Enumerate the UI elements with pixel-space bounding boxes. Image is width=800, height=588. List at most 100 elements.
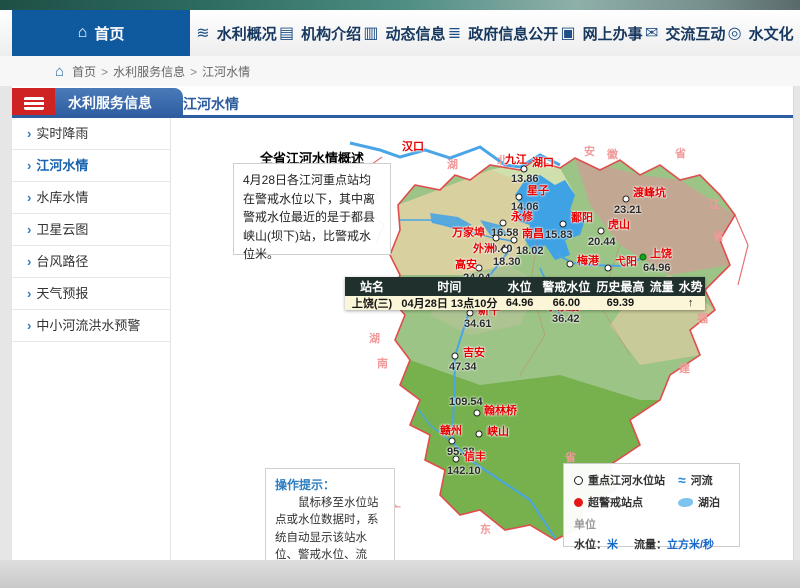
table-col-站名: 站名	[359, 280, 384, 294]
alert-station-icon	[574, 497, 583, 507]
station-label-星子[interactable]: 星子	[527, 186, 549, 197]
breadcrumb-link-水利服务信息[interactable]: 水利服务信息	[113, 65, 185, 79]
nav-item-水利概况[interactable]: ≋ 水利概况	[196, 23, 276, 44]
station-value-信丰[interactable]: 142.10	[447, 466, 481, 477]
chevron-right-icon: ›	[27, 222, 32, 237]
sidebar-item-中小河流洪水预警[interactable]: › 中小河流洪水预警	[12, 310, 170, 342]
breadcrumb-link-江河水情[interactable]: 江河水情	[202, 65, 250, 79]
legend-item-重点江河水位站: 重点江河水位站	[574, 472, 678, 488]
sidebar-title: 水利服务信息	[55, 88, 183, 118]
station-marker-万家埠[interactable]	[492, 234, 500, 242]
station-label-虎山[interactable]: 虎山	[608, 220, 630, 231]
station-value-吉安[interactable]: 47.34	[449, 362, 477, 373]
station-label-吉安[interactable]: 吉安	[463, 348, 485, 359]
chevron-right-icon: ›	[27, 318, 32, 333]
station-value-虎山[interactable]: 20.44	[588, 237, 616, 248]
table-col-水位: 水位	[507, 280, 532, 294]
table-cell: 上饶(三)	[351, 298, 393, 310]
interaction-icon: ✉	[644, 25, 659, 42]
nav-item-机构介绍[interactable]: ▤ 机构介绍	[279, 23, 361, 44]
station-value-翰林桥[interactable]: 109.54	[449, 397, 483, 408]
station-value-湖口[interactable]: 13.86	[511, 174, 539, 185]
station-marker-湖口[interactable]	[520, 165, 528, 173]
sidebar-item-label: 实时降雨	[36, 126, 89, 141]
table-col-流量: 流量	[649, 280, 674, 294]
breadcrumb-separator: >	[101, 64, 109, 79]
sidebar-item-卫星云图[interactable]: › 卫星云图	[12, 214, 170, 246]
station-label-梅港[interactable]: 梅港	[577, 256, 599, 267]
station-label-南昌[interactable]: 南昌	[522, 229, 544, 240]
sidebar-item-水库水情[interactable]: › 水库水情	[12, 182, 170, 214]
nav-item-交流互动[interactable]: ✉ 交流互动	[645, 23, 725, 44]
station-label-上饶[interactable]: 上饶	[650, 249, 672, 260]
table-col-水势: 水势	[678, 280, 703, 294]
station-label-万家埠[interactable]: 万家埠	[452, 228, 485, 239]
station-label-湖口[interactable]: 湖口	[532, 158, 554, 169]
station-label-渡峰坑[interactable]: 渡峰坑	[633, 188, 666, 199]
sidebar-item-江河水情[interactable]: › 江河水情	[12, 150, 170, 182]
nav-item-动态信息[interactable]: ▥ 动态信息	[363, 23, 445, 44]
station-marker-赣州[interactable]	[448, 437, 456, 445]
station-marker-星子[interactable]	[515, 193, 523, 201]
legend-label: 重点江河水位站	[588, 475, 665, 487]
nav-item-水文化[interactable]: ◎ 水文化	[728, 23, 794, 44]
sidebar-item-实时降雨[interactable]: › 实时降雨	[12, 118, 170, 150]
station-label-外洲[interactable]: 外洲	[473, 244, 495, 255]
station-label-九江[interactable]: 九江	[505, 155, 527, 166]
station-marker-外洲[interactable]	[501, 246, 509, 254]
legend-item-超警戒站点: 超警戒站点	[574, 494, 678, 510]
tab-rivers[interactable]: 江河水情	[183, 94, 239, 114]
station-label-弋阳[interactable]: 弋阳	[615, 257, 637, 268]
station-marker-弋阳[interactable]	[604, 264, 612, 272]
lake-icon	[678, 497, 693, 507]
neighbor-province-label: 省	[713, 231, 724, 243]
station-label-鄱阳[interactable]: 鄱阳	[571, 213, 593, 224]
chevron-right-icon: ›	[27, 254, 32, 269]
station-label-汉口[interactable]: 汉口	[402, 142, 424, 153]
nav-item-网上办事[interactable]: ▣ 网上办事	[561, 23, 643, 44]
sidebar-item-天气预报[interactable]: › 天气预报	[12, 278, 170, 310]
station-marker-渡峰坑[interactable]	[622, 195, 630, 203]
station-label-赣州[interactable]: 赣州	[440, 426, 462, 437]
neighbor-province-label: 福	[697, 313, 708, 325]
station-marker-峡山[interactable]	[475, 430, 483, 438]
station-label-永修[interactable]: 永修	[511, 212, 533, 223]
station-value-渡峰坑[interactable]: 23.21	[614, 205, 642, 216]
nav-item-政府信息公开[interactable]: ≣ 政府信息公开	[448, 23, 558, 44]
breadcrumb-link-首页[interactable]: 首页	[72, 65, 96, 79]
sidebar-item-台风路径[interactable]: › 台风路径	[12, 246, 170, 278]
gov-info-icon: ≣	[447, 25, 462, 42]
water-culture-icon: ◎	[727, 25, 742, 42]
station-value-新干[interactable]: 34.61	[464, 319, 492, 330]
station-label-高安[interactable]: 高安	[455, 260, 477, 271]
news-icon: ▥	[363, 25, 379, 42]
station-marker-信丰[interactable]	[452, 455, 460, 463]
river-icon: ≈	[678, 471, 686, 488]
nav-item-label: 动态信息	[385, 25, 446, 43]
station-value-李家渡[interactable]: 36.42	[552, 314, 580, 325]
station-marker-吉安[interactable]	[451, 352, 459, 360]
station-value-鄱阳[interactable]: 15.83	[545, 230, 573, 241]
station-value-上饶[interactable]: 64.96	[643, 263, 671, 274]
station-marker-南昌[interactable]	[510, 236, 518, 244]
sidebar-item-label: 台风路径	[36, 254, 89, 269]
station-label-信丰[interactable]: 信丰	[464, 452, 486, 463]
footer-strip	[0, 560, 800, 588]
station-marker-翰林桥[interactable]	[473, 409, 481, 417]
station-marker-虎山[interactable]	[597, 227, 605, 235]
neighbor-province-label: 东	[480, 524, 491, 536]
station-marker-上饶[interactable]	[639, 253, 647, 261]
sidebar-divider	[170, 118, 171, 560]
nav-item-首页[interactable]: ⌂ 首页	[12, 10, 190, 56]
station-value-外洲[interactable]: 18.30	[493, 257, 521, 268]
station-label-翰林桥[interactable]: 翰林桥	[484, 406, 517, 417]
station-marker-永修[interactable]	[499, 219, 507, 227]
station-marker-鄱阳[interactable]	[559, 220, 567, 228]
legend-label: 河流	[690, 475, 713, 487]
station-label-峡山[interactable]: 峡山	[487, 427, 509, 438]
organization-icon: ▤	[278, 25, 295, 42]
unit-name: 水位：	[574, 539, 607, 551]
main-nav: ⌂ 首页 ≋ 水利概况 ▤ 机构介绍 ▥ 动态信息 ≣ 政府信息公开 ▣ 网上办事 ✉ 交流互动 ◎ 水文化	[0, 10, 800, 57]
station-marker-梅港[interactable]	[566, 260, 574, 268]
table-row: 上饶(三) 04月28日 13点10分 64.96 66.00 69.39 ↑	[345, 296, 705, 310]
